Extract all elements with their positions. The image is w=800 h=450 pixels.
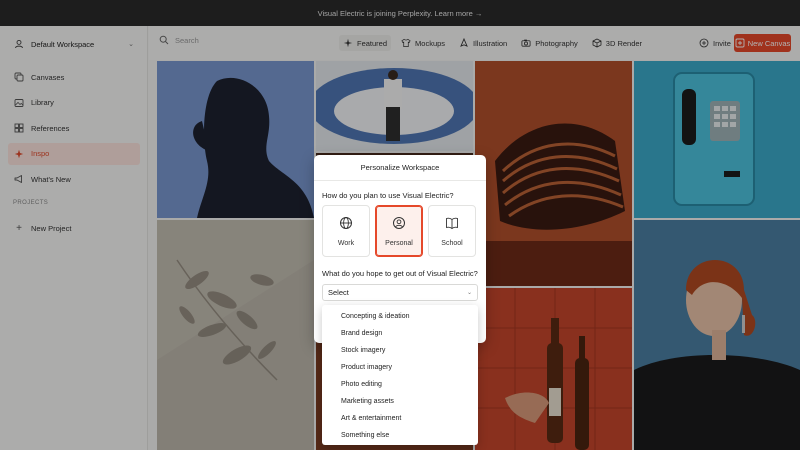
option-work[interactable]: Work bbox=[322, 205, 370, 257]
select-value: Select bbox=[328, 288, 349, 297]
person-icon bbox=[392, 216, 406, 232]
goals-dropdown-list: Concepting & ideation Brand design Stock… bbox=[322, 305, 478, 445]
option-label: Work bbox=[337, 239, 355, 247]
option-school[interactable]: School bbox=[428, 205, 476, 257]
goals-select[interactable]: Select ⌄ bbox=[322, 284, 478, 301]
modal-title: Personalize Workspace bbox=[360, 163, 440, 172]
dropdown-option[interactable]: Stock imagery bbox=[322, 342, 478, 359]
option-personal[interactable]: Personal bbox=[375, 205, 423, 257]
dropdown-option[interactable]: Art & entertainment bbox=[322, 410, 478, 427]
dropdown-option[interactable]: Concepting & ideation bbox=[322, 308, 478, 325]
book-icon bbox=[445, 216, 459, 232]
dropdown-option[interactable]: Product imagery bbox=[322, 359, 478, 376]
goals-question: What do you hope to get out of Visual El… bbox=[322, 269, 478, 278]
globe-icon bbox=[339, 216, 353, 232]
option-label: School bbox=[441, 239, 463, 247]
chevron-down-icon: ⌄ bbox=[466, 290, 472, 296]
dropdown-option[interactable]: Brand design bbox=[322, 325, 478, 342]
dropdown-option[interactable]: Marketing assets bbox=[322, 393, 478, 410]
usage-question: How do you plan to use Visual Electric? bbox=[322, 191, 454, 200]
dropdown-option[interactable]: Something else bbox=[322, 427, 478, 444]
option-label: Personal bbox=[385, 239, 413, 247]
dropdown-option[interactable]: Photo editing bbox=[322, 376, 478, 393]
usage-options: Work Personal School bbox=[322, 205, 476, 257]
modal-divider bbox=[314, 180, 486, 181]
